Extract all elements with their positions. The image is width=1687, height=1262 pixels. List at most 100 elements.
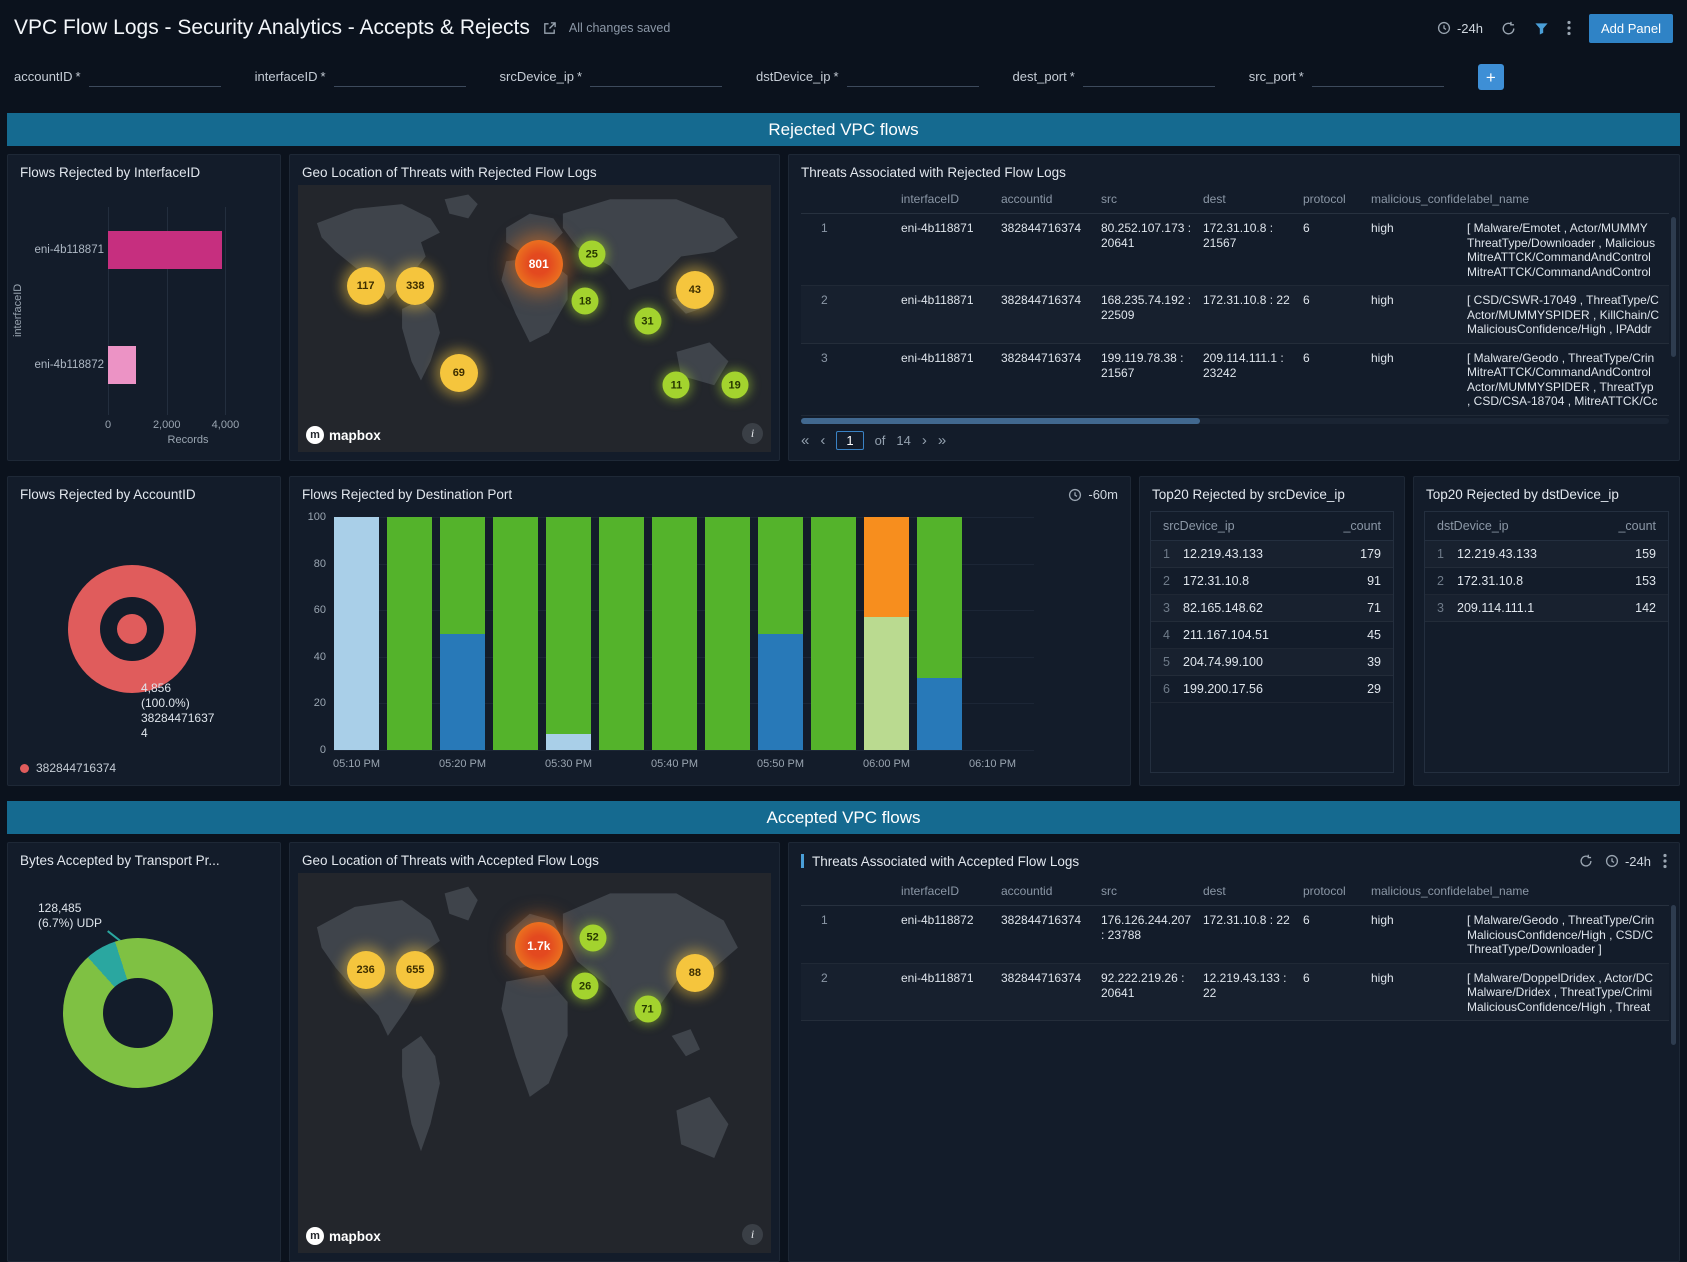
map-bubble-25[interactable]: 25	[578, 241, 605, 268]
mapbox-attribution[interactable]: m mapbox	[306, 1227, 381, 1245]
column-header-accountid[interactable]: accountid	[1001, 884, 1101, 899]
table-vertical-scrollbar[interactable]	[1671, 905, 1676, 1045]
map-bubble-236[interactable]: 236	[347, 951, 385, 989]
column-header-malicious_confidence[interactable]: malicious_confidence	[1371, 884, 1467, 899]
column-header-src[interactable]: src	[1101, 884, 1203, 899]
bar-eni-4b118872[interactable]	[108, 346, 136, 384]
stacked-bar[interactable]	[546, 517, 591, 750]
prev-page-icon[interactable]: ‹	[820, 433, 825, 448]
map-bubble-69[interactable]: 69	[440, 354, 478, 392]
stacked-bar[interactable]	[599, 517, 644, 750]
edit-dashboard-icon[interactable]	[542, 21, 557, 36]
filter-input-srcDevice_ip[interactable]	[590, 67, 722, 87]
top-row[interactable]: 2172.31.10.891	[1151, 568, 1393, 595]
mapbox-attribution[interactable]: m mapbox	[306, 426, 381, 444]
map-bubble-19[interactable]: 19	[721, 372, 748, 399]
threat-row[interactable]: 2eni-4b118871382844716374168.235.74.192 …	[801, 286, 1669, 344]
time-range-control[interactable]: -24h	[1437, 21, 1483, 36]
threat-row[interactable]: 1eni-4b11887138284471637480.252.107.173 …	[801, 214, 1669, 286]
column-header-dstDevice_ip[interactable]: dstDevice_ip	[1437, 519, 1509, 533]
map-bubble-71[interactable]: 71	[634, 996, 661, 1023]
map-info-icon[interactable]: i	[742, 423, 763, 444]
map-bubble-11[interactable]: 11	[663, 372, 690, 399]
stacked-bar[interactable]	[917, 517, 962, 750]
threat-row[interactable]: 2eni-4b11887138284471637492.222.219.26 :…	[801, 964, 1669, 1022]
top-row[interactable]: 112.219.43.133159	[1425, 541, 1668, 568]
panel-geo-accepted: Geo Location of Threats with Accepted Fl…	[289, 842, 780, 1262]
stacked-bar[interactable]	[440, 517, 485, 750]
kebab-menu-icon[interactable]	[1663, 853, 1667, 869]
map-bubble-18[interactable]: 18	[572, 288, 599, 315]
filter-input-interfaceID[interactable]	[334, 67, 466, 87]
legend-item[interactable]: 382844716374	[20, 761, 116, 775]
map-bubble-26[interactable]: 26	[572, 973, 599, 1000]
column-header-label_name[interactable]: label_name	[1467, 192, 1669, 207]
panel-time-range[interactable]: -24h	[1605, 854, 1651, 869]
map-bubble-338[interactable]: 338	[396, 267, 434, 305]
map-bubble-43[interactable]: 43	[676, 271, 714, 309]
add-panel-button[interactable]: Add Panel	[1589, 14, 1673, 43]
first-page-icon[interactable]: «	[801, 433, 809, 448]
filter-icon[interactable]	[1534, 21, 1549, 36]
panel-drag-handle[interactable]	[801, 854, 804, 868]
stacked-bar[interactable]	[334, 517, 379, 750]
add-filter-button[interactable]: +	[1478, 64, 1504, 90]
filter-input-dstDevice_ip[interactable]	[847, 67, 979, 87]
column-header-malicious_confidence[interactable]: malicious_confidence	[1371, 192, 1467, 207]
top-row[interactable]: 4211.167.104.5145	[1151, 622, 1393, 649]
world-map[interactable]: 236 655 1.7k 52 26 88 71 m mapbox i	[298, 873, 771, 1253]
last-page-icon[interactable]: »	[938, 433, 946, 448]
stacked-bar[interactable]	[652, 517, 697, 750]
table-vertical-scrollbar[interactable]	[1671, 217, 1676, 357]
filter-input-dest_port[interactable]	[1083, 67, 1215, 87]
top-row[interactable]: 2172.31.10.8153	[1425, 568, 1668, 595]
column-header-protocol[interactable]: protocol	[1303, 884, 1371, 899]
column-header-label_name[interactable]: label_name	[1467, 884, 1669, 899]
stacked-bar[interactable]	[758, 517, 803, 750]
column-header-interfaceID[interactable]: interfaceID	[901, 192, 1001, 207]
column-header-dest[interactable]: dest	[1203, 192, 1303, 207]
top-row[interactable]: 6199.200.17.5629	[1151, 676, 1393, 703]
map-bubble-655[interactable]: 655	[396, 951, 434, 989]
filter-input-src_port[interactable]	[1312, 67, 1444, 87]
column-header-protocol[interactable]: protocol	[1303, 192, 1371, 207]
stacked-bar[interactable]	[493, 517, 538, 750]
top-row[interactable]: 3209.114.111.1142	[1425, 595, 1668, 622]
kebab-menu-icon[interactable]	[1567, 20, 1571, 36]
world-map[interactable]: 117 338 801 25 18 43 31 69 11 19 m mapbox i	[298, 185, 771, 452]
section-banner-rejected: Rejected VPC flows	[7, 113, 1680, 146]
cell-dest: 172.31.10.8 : 22	[1203, 293, 1303, 308]
next-page-icon[interactable]: ›	[922, 433, 927, 448]
stacked-bar[interactable]	[387, 517, 432, 750]
stacked-bar[interactable]	[864, 517, 909, 750]
column-header-src[interactable]: src	[1101, 192, 1203, 207]
map-bubble-52[interactable]: 52	[579, 924, 606, 951]
map-bubble-801[interactable]: 801	[515, 240, 563, 288]
map-bubble-1.7k[interactable]: 1.7k	[515, 922, 563, 970]
donut-chart[interactable]	[63, 938, 213, 1088]
stacked-bar[interactable]	[811, 517, 856, 750]
stacked-bar[interactable]	[705, 517, 750, 750]
column-header-count[interactable]: _count	[1343, 519, 1381, 533]
refresh-icon[interactable]	[1579, 854, 1593, 868]
panel-time-range[interactable]: -60m	[1068, 487, 1118, 502]
column-header-accountid[interactable]: accountid	[1001, 192, 1101, 207]
top-row[interactable]: 382.165.148.6271	[1151, 595, 1393, 622]
threat-row[interactable]: 3eni-4b118871382844716374199.119.78.38 :…	[801, 344, 1669, 416]
map-bubble-88[interactable]: 88	[676, 954, 714, 992]
column-header-interfaceID[interactable]: interfaceID	[901, 884, 1001, 899]
column-header-dest[interactable]: dest	[1203, 884, 1303, 899]
current-page[interactable]: 1	[836, 431, 863, 450]
column-header-count[interactable]: _count	[1618, 519, 1656, 533]
map-bubble-31[interactable]: 31	[634, 308, 661, 335]
column-header-srcDevice_ip[interactable]: srcDevice_ip	[1163, 519, 1235, 533]
filter-input-accountID[interactable]	[89, 67, 221, 87]
threat-row[interactable]: 1eni-4b118872382844716374176.126.244.207…	[801, 906, 1669, 964]
bar-segment-lightblue	[546, 734, 591, 750]
top-row[interactable]: 5204.74.99.10039	[1151, 649, 1393, 676]
refresh-icon[interactable]	[1501, 21, 1516, 36]
bar-eni-4b118871[interactable]	[108, 231, 222, 269]
top-row[interactable]: 112.219.43.133179	[1151, 541, 1393, 568]
map-info-icon[interactable]: i	[742, 1224, 763, 1245]
map-bubble-117[interactable]: 117	[347, 267, 385, 305]
